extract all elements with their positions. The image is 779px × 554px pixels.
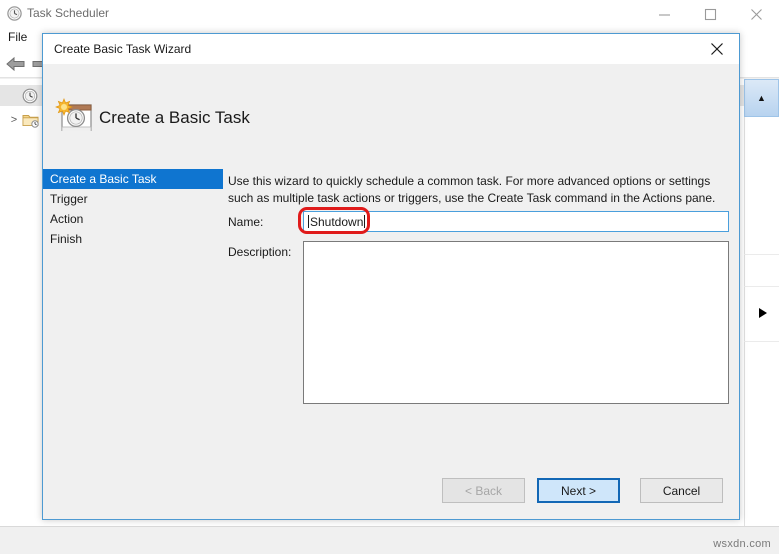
wizard-step-create-a-basic-task[interactable]: Create a Basic Task xyxy=(43,169,223,189)
back-button: < Back xyxy=(442,478,525,503)
right-triangle-icon[interactable] xyxy=(759,308,767,318)
wizard-pane: Use this wizard to quickly schedule a co… xyxy=(223,169,739,471)
divider xyxy=(744,254,779,255)
wizard-step-label: Trigger xyxy=(50,192,88,206)
wizard-step-label: Create a Basic Task xyxy=(50,172,157,186)
next-button-label: Next > xyxy=(560,483,596,498)
wizard-step-trigger[interactable]: Trigger xyxy=(43,189,223,209)
name-input-value: Shutdown xyxy=(310,215,364,229)
tree-expander[interactable]: > xyxy=(6,114,22,126)
back-button-label: < Back xyxy=(464,483,503,498)
dialog-titlebar: Create Basic Task Wizard xyxy=(43,34,739,64)
dialog-header-title: Create a Basic Task xyxy=(99,108,250,127)
wizard-step-label: Finish xyxy=(50,232,83,246)
wizard-step-label: Action xyxy=(50,212,84,226)
wizard-step-action[interactable]: Action xyxy=(43,209,223,229)
maximize-icon[interactable] xyxy=(687,0,733,28)
name-label: Name: xyxy=(228,215,264,229)
back-arrow-icon[interactable] xyxy=(5,54,27,74)
scroll-up-arrow-icon[interactable]: ▲ xyxy=(744,79,779,117)
dialog-body: Create a Basic Task Trigger Action Finis… xyxy=(43,131,739,471)
text-caret xyxy=(308,215,309,228)
dialog-title: Create Basic Task Wizard xyxy=(54,42,192,56)
clock-icon xyxy=(22,88,40,104)
close-icon[interactable] xyxy=(694,34,739,64)
divider xyxy=(744,341,779,342)
cancel-button-label: Cancel xyxy=(662,483,701,498)
window-title: Task Scheduler xyxy=(27,6,110,20)
next-button[interactable]: Next > xyxy=(537,478,620,503)
divider xyxy=(744,286,779,287)
wizard-intro-text: Use this wizard to quickly schedule a co… xyxy=(228,174,716,205)
menu-item-file[interactable]: File xyxy=(8,30,27,44)
actions-pane: ▲ xyxy=(744,79,779,526)
watermark: wsxdn.com xyxy=(713,538,771,550)
description-label: Description: xyxy=(228,245,292,259)
text-caret xyxy=(364,215,366,228)
create-basic-task-wizard-dialog: Create Basic Task Wizard Create a Basic … xyxy=(42,33,740,520)
description-input[interactable] xyxy=(303,241,729,404)
cancel-button[interactable]: Cancel xyxy=(640,478,723,503)
close-icon[interactable] xyxy=(733,0,779,28)
dialog-header: Create a Basic Task xyxy=(43,64,739,134)
clock-icon xyxy=(7,6,22,21)
screen: Task Scheduler File > ▲ Create Basic Tas… xyxy=(0,0,779,554)
name-input[interactable]: Shutdown xyxy=(303,211,729,232)
wizard-steps-list: Create a Basic Task Trigger Action Finis… xyxy=(43,169,223,471)
dialog-footer: < Back Next > Cancel xyxy=(43,469,739,519)
folder-clock-icon xyxy=(22,112,40,128)
wizard-step-finish[interactable]: Finish xyxy=(43,229,223,249)
minimize-icon[interactable] xyxy=(641,0,687,28)
statusbar xyxy=(0,526,779,554)
window-titlebar: Task Scheduler xyxy=(0,0,779,28)
